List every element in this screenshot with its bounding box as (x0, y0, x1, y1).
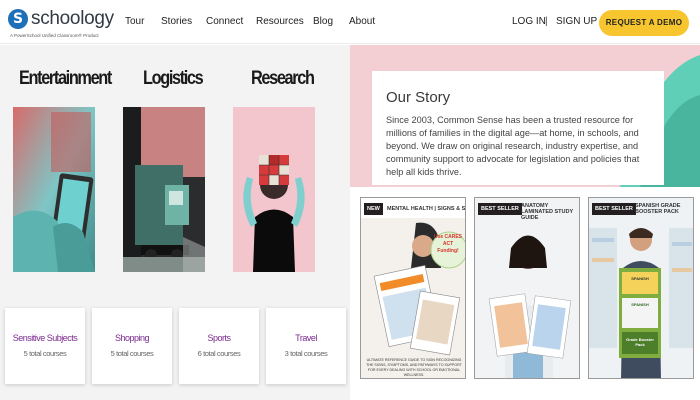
nav-resources-link[interactable]: Resources (256, 16, 304, 27)
logo-s-icon: S (8, 9, 28, 29)
nav-stories-link[interactable]: Stories (161, 16, 192, 27)
topic-course-count: 3 total courses (284, 349, 328, 358)
product-label: ANATOMY LAMINATED STUDY GUIDE (521, 203, 574, 221)
logo-wordmark: schoology (31, 8, 114, 29)
best-seller-badge: BEST SELLER (478, 203, 522, 215)
mental-health-guide-image (361, 198, 465, 378)
nav-blog-link[interactable]: Blog (313, 16, 333, 27)
tablet-hands-image[interactable] (13, 107, 95, 272)
spanish-booster-pack-image (589, 198, 693, 378)
logo-subtitle: A PowerSchool Unified Classroom® Product (10, 33, 99, 38)
topic-course-count: 6 total courses (197, 349, 241, 358)
anatomy-guide-image (475, 198, 579, 378)
nav-separator: | (545, 16, 548, 27)
product-card-mental-health[interactable]: NEW MENTAL HEALTH | SIGNS & SUPPORT Use … (360, 197, 466, 379)
product-card-anatomy[interactable]: BEST SELLER ANATOMY LAMINATED STUDY GUID… (474, 197, 580, 379)
product-label: SPANISH GRADE BOOSTER PACK (635, 203, 681, 215)
nav-about-link[interactable]: About (349, 16, 375, 27)
topic-name: Travel (295, 333, 317, 343)
topic-course-count: 5 total courses (23, 349, 67, 358)
categories-section: Entertainment Logistics Research Sensiti… (0, 45, 350, 400)
request-demo-button[interactable]: REQUEST A DEMO (599, 10, 689, 36)
product-label: MENTAL HEALTH | SIGNS & SUPPORT (387, 206, 466, 212)
cover-title-bottom: Grade Booster Pack (626, 337, 654, 347)
category-title-entertainment[interactable]: Entertainment (19, 68, 112, 90)
product-caption: ULTIMATE REFERENCE GUIDE TO SIGN RECOGNI… (366, 358, 462, 377)
top-navigation-bar: S schoology A PowerSchool Unified Classr… (0, 0, 700, 44)
topic-card-sports[interactable]: Sports 6 total courses (179, 308, 259, 384)
our-story-card: Our Story Since 2003, Common Sense has b… (372, 71, 664, 185)
cover-title-top: SPANISH (631, 276, 649, 281)
category-title-logistics[interactable]: Logistics (143, 68, 204, 90)
topic-name: Shopping (114, 333, 150, 343)
login-link[interactable]: LOG IN (512, 16, 546, 27)
nav-connect-link[interactable]: Connect (206, 16, 243, 27)
topic-card-travel[interactable]: Travel 3 total courses (266, 308, 346, 384)
truck-image[interactable] (123, 107, 205, 272)
cover-title-middle: SPANISH (631, 302, 649, 307)
category-title-research[interactable]: Research (251, 68, 315, 90)
new-badge: NEW (364, 203, 383, 215)
story-text: Since 2003, Common Sense has been a trus… (386, 115, 640, 177)
product-card-spanish[interactable]: BEST SELLER SPANISH GRADE BOOSTER PACK S… (588, 197, 694, 379)
schoology-logo[interactable]: S schoology A PowerSchool Unified Classr… (8, 8, 114, 40)
story-title: Our Story (386, 89, 451, 106)
topic-card-sensitive-subjects[interactable]: Sensitive Subjects 5 total courses (5, 308, 85, 384)
cube-puzzle-image[interactable] (233, 107, 315, 272)
best-seller-badge: BEST SELLER (592, 203, 636, 215)
topic-course-count: 5 total courses (110, 349, 154, 358)
nav-tour-link[interactable]: Tour (125, 16, 144, 27)
topic-card-shopping[interactable]: Shopping 5 total courses (92, 308, 172, 384)
cares-act-callout: Use CARES ACT Funding! (433, 234, 463, 254)
topic-name: Sensitive Subjects (12, 333, 78, 343)
signup-link[interactable]: SIGN UP (556, 16, 597, 27)
topic-name: Sports (207, 333, 231, 343)
page: S schoology A PowerSchool Unified Classr… (0, 0, 700, 400)
